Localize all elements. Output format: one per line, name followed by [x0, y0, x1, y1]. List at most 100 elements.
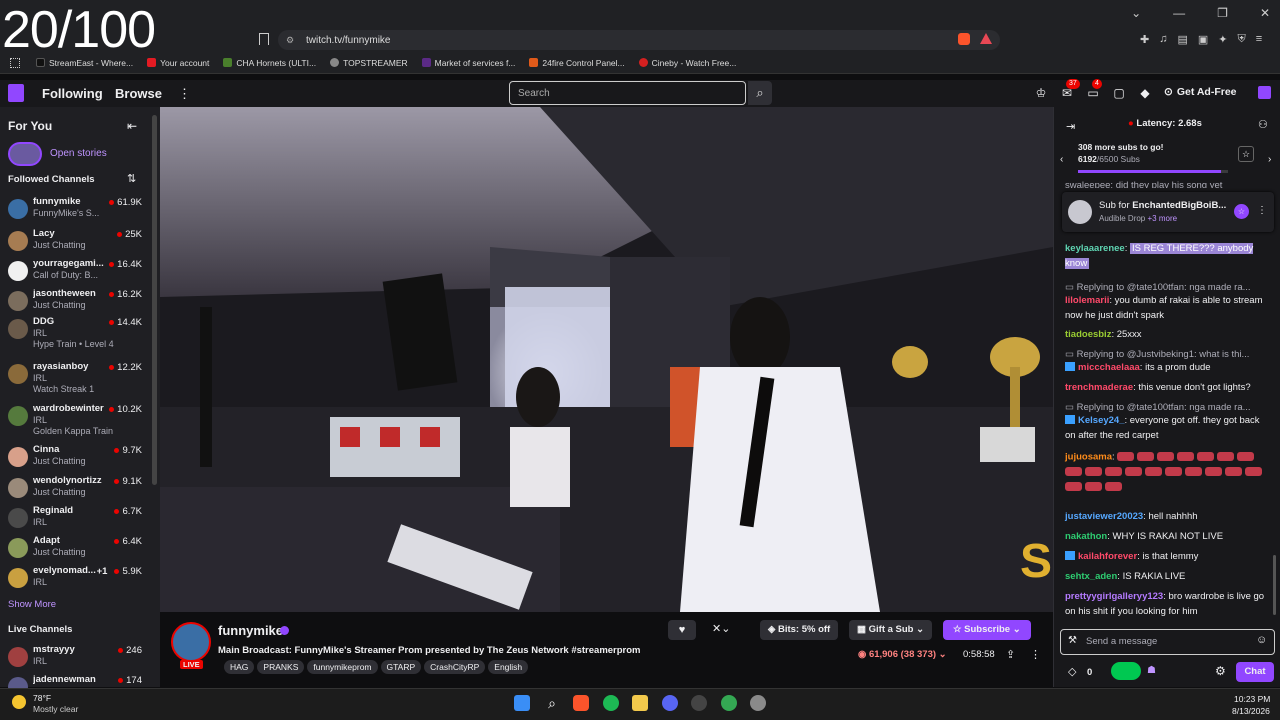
chat-users-icon[interactable]: ⚇	[1258, 118, 1268, 131]
tag[interactable]: CrashCityRP	[424, 660, 486, 674]
bookmark-item[interactable]: Market of services f...	[421, 58, 515, 68]
sub-goal-star-icon[interactable]: ☆	[1238, 146, 1254, 162]
chat-username[interactable]: lilolemarii	[1065, 295, 1109, 306]
notifications-toggle-icon[interactable]: ✕⌄	[712, 622, 730, 635]
chat-username[interactable]: jujuosama	[1065, 452, 1112, 463]
bookmark-item[interactable]: Your account	[147, 58, 209, 68]
chat-username[interactable]: prettyygirlgalleryy123	[1065, 591, 1163, 602]
sidebar-channel-7[interactable]: Cinna Just Chatting 9.7K	[8, 444, 148, 472]
chat-message[interactable]: Kelsey24_: everyone got off. they got ba…	[1065, 414, 1265, 443]
sort-icon[interactable]: ⇅	[127, 172, 136, 185]
sub-goal-next-icon[interactable]: ›	[1268, 154, 1271, 165]
site-info-icon[interactable]: ⚙	[286, 35, 296, 45]
tag[interactable]: HAG	[224, 660, 255, 674]
chat-username[interactable]: keylaaarenee	[1065, 243, 1125, 254]
nav-following[interactable]: Following	[42, 86, 103, 101]
chat-message[interactable]: miccchaelaaa: its a prom dude	[1065, 361, 1265, 376]
sidebar-channel-11[interactable]: evelynomad... IRL +1 5.9K	[8, 565, 148, 593]
more-options-icon[interactable]: ⋮	[1030, 648, 1041, 661]
chat-username[interactable]: justaviewer20023	[1065, 511, 1143, 522]
chat-message[interactable]: lilolemarii: you dumb af rakai is able t…	[1065, 294, 1265, 323]
inbox-icon[interactable]: ▭ 4	[1086, 79, 1102, 100]
bookmark-item[interactable]: 24fire Control Panel...	[529, 58, 625, 68]
open-stories-link[interactable]: Open stories	[50, 148, 107, 159]
channel-avatar[interactable]	[171, 622, 211, 662]
tag[interactable]: English	[488, 660, 529, 674]
bookmark-item[interactable]: StreamEast - Where...	[36, 58, 133, 68]
sidebar-scrollbar[interactable]	[152, 115, 157, 485]
sidebar-channel-6[interactable]: wardrobewinter IRL 10.2K Golden Kappa Train	[8, 403, 148, 436]
notifications-icon[interactable]: ✉ 37	[1060, 79, 1080, 100]
chrome-icon[interactable]	[721, 695, 737, 711]
sidebar-channel-3[interactable]: jasontheween Just Chatting 16.2K	[8, 288, 148, 316]
chat-message[interactable]: tiadoesbiz: 25xxx	[1065, 328, 1265, 343]
brave-shield-icon[interactable]	[958, 33, 970, 45]
wallet-icon[interactable]: ▣	[1198, 33, 1208, 46]
bookmark-icon[interactable]	[259, 33, 269, 45]
brave-rewards-icon[interactable]	[980, 33, 992, 44]
chat-username[interactable]: Kelsey24_	[1078, 415, 1124, 426]
sidebar-channel-1[interactable]: Lacy Just Chatting 25K	[8, 228, 148, 256]
stories-avatar[interactable]	[8, 142, 42, 166]
more-options-icon[interactable]: ⋮	[178, 86, 191, 102]
bookmark-item[interactable]: CHA Hornets (ULTI...	[223, 58, 316, 68]
sidebar-icon[interactable]: ▤	[1177, 33, 1187, 46]
file-explorer-icon[interactable]	[632, 695, 648, 711]
chat-username[interactable]: miccchaelaaa	[1078, 362, 1140, 373]
chat-username[interactable]: kailahforever	[1078, 551, 1137, 562]
tag[interactable]: PRANKS	[257, 660, 305, 674]
bookmark-item[interactable]: Cineby - Watch Free...	[638, 58, 736, 68]
brave-taskbar-icon[interactable]	[573, 695, 589, 711]
chat-username[interactable]: trenchmaderae	[1065, 382, 1133, 393]
sidebar-channel-10[interactable]: Adapt Just Chatting 6.4K	[8, 535, 148, 563]
search-input[interactable]: Search	[509, 81, 746, 105]
start-icon[interactable]	[514, 695, 530, 711]
address-bar[interactable]: ⚙ twitch.tv/funnymike	[278, 30, 1000, 50]
channel-name[interactable]: funnymike	[218, 623, 283, 638]
chat-message[interactable]: nakathon: WHY IS RAKAI NOT LIVE	[1065, 530, 1265, 545]
collapse-chat-icon[interactable]: ⇥	[1066, 120, 1075, 133]
show-more-link[interactable]: Show More	[8, 599, 56, 610]
sidebar-channel-2[interactable]: yourragegami... Call of Duty: B... 16.4K	[8, 258, 148, 286]
apps-grid-icon[interactable]	[10, 57, 20, 68]
discord-icon[interactable]	[662, 695, 678, 711]
follow-heart-icon[interactable]: ♥	[668, 620, 696, 640]
tab-list-icon[interactable]: ⌄	[1131, 6, 1141, 20]
user-avatar-icon[interactable]	[1258, 86, 1271, 99]
emote-picker-icon[interactable]: ☺	[1256, 634, 1267, 646]
chat-message[interactable]: prettyygirlgalleryy123: bro wardrobe is …	[1065, 590, 1265, 619]
steam-icon[interactable]	[691, 695, 707, 711]
crown-icon[interactable]: ♔	[1034, 86, 1048, 100]
chat-send-button[interactable]: Chat	[1236, 662, 1274, 682]
sidebar-channel-5[interactable]: rayasianboy IRL 12.2K Watch Streak 1	[8, 361, 148, 394]
chat-username[interactable]: nakathon	[1065, 531, 1107, 542]
tag[interactable]: funnymikeprom	[307, 660, 378, 674]
sub-goal-prev-icon[interactable]: ‹	[1060, 154, 1063, 165]
maximize-button[interactable]: ❐	[1217, 6, 1228, 20]
robot-icon[interactable]: ☗	[1147, 665, 1156, 676]
search-icon[interactable]: ⌕	[748, 81, 772, 105]
menu-icon[interactable]: ≡	[1256, 33, 1262, 46]
drop-menu-icon[interactable]: ⋮	[1257, 205, 1267, 216]
chat-message[interactable]: kailahforever: is that lemmy	[1065, 550, 1265, 565]
chat-message[interactable]: sehtx_aden: IS RAKIA LIVE	[1065, 570, 1265, 585]
taskbar-search-icon[interactable]: ⌕	[544, 695, 560, 711]
nav-browse[interactable]: Browse	[115, 86, 162, 101]
collapse-sidebar-icon[interactable]: ⇤	[127, 119, 137, 133]
bookmark-item[interactable]: TOPSTREAMER	[330, 58, 408, 68]
subscribe-button[interactable]: ☆ Subscribe ⌄	[943, 620, 1031, 640]
channel-points-icon[interactable]: ◇	[1068, 665, 1076, 678]
prime-icon[interactable]: ◆	[1138, 86, 1152, 100]
gift-sub-button[interactable]: ▦ Gift a Sub ⌄	[849, 620, 933, 640]
media-icon[interactable]: ♫	[1159, 33, 1167, 46]
spotify-icon[interactable]	[603, 695, 619, 711]
chat-username[interactable]: tiadoesbiz	[1065, 329, 1111, 340]
chat-settings-icon[interactable]: ⚙	[1215, 664, 1226, 678]
chat-message[interactable]: jujuosama:	[1065, 450, 1265, 495]
chat-username[interactable]: sehtx_aden	[1065, 571, 1117, 582]
chat-input-icon[interactable]: ⚒	[1068, 635, 1077, 646]
bits-button[interactable]: ◈ Bits: 5% off	[760, 620, 839, 640]
chat-message[interactable]: keylaaarenee: IS REG THERE??? anybody kn…	[1065, 242, 1265, 271]
chat-scrollbar[interactable]	[1273, 555, 1276, 615]
weather-icon[interactable]	[12, 695, 26, 709]
